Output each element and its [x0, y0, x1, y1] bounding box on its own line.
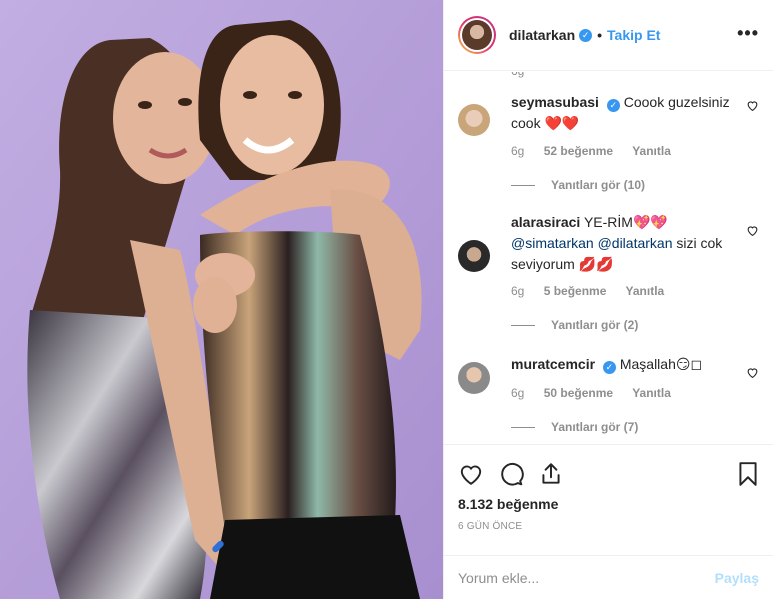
view-replies-label: Yanıtları gör (10) — [551, 178, 646, 192]
commenter-avatar[interactable] — [458, 362, 490, 394]
replies-divider — [511, 184, 535, 186]
add-comment-bar: Paylaş — [444, 555, 773, 599]
post-comment-button[interactable]: Paylaş — [715, 570, 759, 586]
comment-item: muratcemcir ✓ Maşallah😏◻ 6g 50 beğenme Y… — [458, 354, 759, 444]
follow-button[interactable]: Takip Et — [607, 27, 660, 43]
comment-item: seymasubasi ✓ Coook guzelsiniz cook ❤️❤️… — [458, 92, 759, 212]
comment-item: alarasiraci YE-RİM💖💖 @simatarkan @dilata… — [458, 212, 759, 352]
comment-bubble-icon[interactable] — [498, 461, 524, 487]
comment-time: 6g — [511, 144, 525, 158]
view-replies-label: Yanıtları gör (2) — [551, 318, 639, 332]
like-heart-icon[interactable] — [458, 461, 484, 487]
comment-time: 6g — [511, 386, 525, 400]
reply-button[interactable]: Yanıtla — [632, 144, 671, 158]
post-side-panel: dilatarkan ✓ • Takip Et ••• 6g seymasuba… — [443, 0, 773, 599]
comment-mention[interactable]: @dilatarkan — [598, 235, 673, 251]
commenter-username[interactable]: muratcemcir — [511, 356, 595, 372]
author-avatar-image — [462, 20, 492, 50]
replies-divider — [511, 324, 535, 326]
view-replies-button[interactable]: Yanıtları gör (2) — [511, 318, 638, 332]
comment-text-cont: cook — [511, 115, 541, 131]
comment-meta: 6g 50 beğenme Yanıtla — [511, 386, 687, 400]
post-actions: 8.132 beğenme 6 GÜN ÖNCE — [444, 444, 773, 555]
comment-text-cont: sizi cok — [676, 235, 723, 251]
verified-badge-icon: ✓ — [602, 361, 616, 374]
post-time-ago: 6 GÜN ÖNCE — [458, 521, 523, 532]
verified-badge-icon: ✓ — [579, 28, 593, 42]
author-avatar[interactable] — [458, 16, 496, 54]
comment-emoji: 💋💋 — [578, 256, 614, 272]
comment-text: Maşallah😏◻ — [619, 356, 703, 372]
reply-button[interactable]: Yanıtla — [632, 386, 671, 400]
comment-time: 6g — [511, 284, 525, 298]
reply-button[interactable]: Yanıtla — [626, 284, 665, 298]
comments-list[interactable]: 6g seymasubasi ✓ Coook guzelsiniz cook ❤… — [444, 72, 773, 444]
like-comment-heart-icon[interactable] — [746, 99, 759, 112]
verified-badge-icon: ✓ — [606, 99, 620, 112]
comment-text: Coook guzelsiniz — [623, 94, 730, 110]
comment-meta: 6g 52 beğenme Yanıtla — [511, 144, 687, 158]
replies-divider — [511, 426, 535, 428]
comment-likes[interactable]: 52 beğenme — [544, 144, 613, 158]
comment-text-cont: seviyorum — [511, 256, 575, 272]
post-photo-image — [0, 0, 443, 599]
view-replies-label: Yanıtları gör (7) — [551, 420, 639, 434]
comment-text: YE-RİM💖💖 — [583, 214, 668, 230]
comment-emoji: ❤️❤️ — [544, 115, 580, 131]
post-header: dilatarkan ✓ • Takip Et ••• — [444, 0, 773, 71]
comment-mention[interactable]: @simatarkan — [511, 235, 594, 251]
commenter-username[interactable]: alarasiraci — [511, 214, 580, 230]
commenter-avatar[interactable] — [458, 240, 490, 272]
like-comment-heart-icon[interactable] — [746, 224, 759, 237]
separator-dot: • — [597, 27, 603, 43]
comment-meta: 6g 5 beğenme Yanıtla — [511, 284, 680, 298]
like-comment-heart-icon[interactable] — [746, 366, 759, 379]
previous-comment-time: 6g — [511, 72, 524, 78]
share-upload-icon[interactable] — [538, 461, 564, 487]
comment-likes[interactable]: 5 beğenme — [544, 284, 607, 298]
view-replies-button[interactable]: Yanıtları gör (7) — [511, 420, 638, 434]
post-photo[interactable] — [0, 0, 443, 599]
view-replies-button[interactable]: Yanıtları gör (10) — [511, 178, 645, 192]
comment-likes[interactable]: 50 beğenme — [544, 386, 613, 400]
post-like-count[interactable]: 8.132 beğenme — [458, 496, 558, 512]
add-comment-input[interactable] — [458, 569, 715, 586]
more-options-icon[interactable]: ••• — [737, 24, 759, 42]
commenter-avatar[interactable] — [458, 104, 490, 136]
author-username[interactable]: dilatarkan — [509, 27, 575, 43]
save-bookmark-icon[interactable] — [735, 461, 761, 487]
commenter-username[interactable]: seymasubasi — [511, 94, 599, 110]
